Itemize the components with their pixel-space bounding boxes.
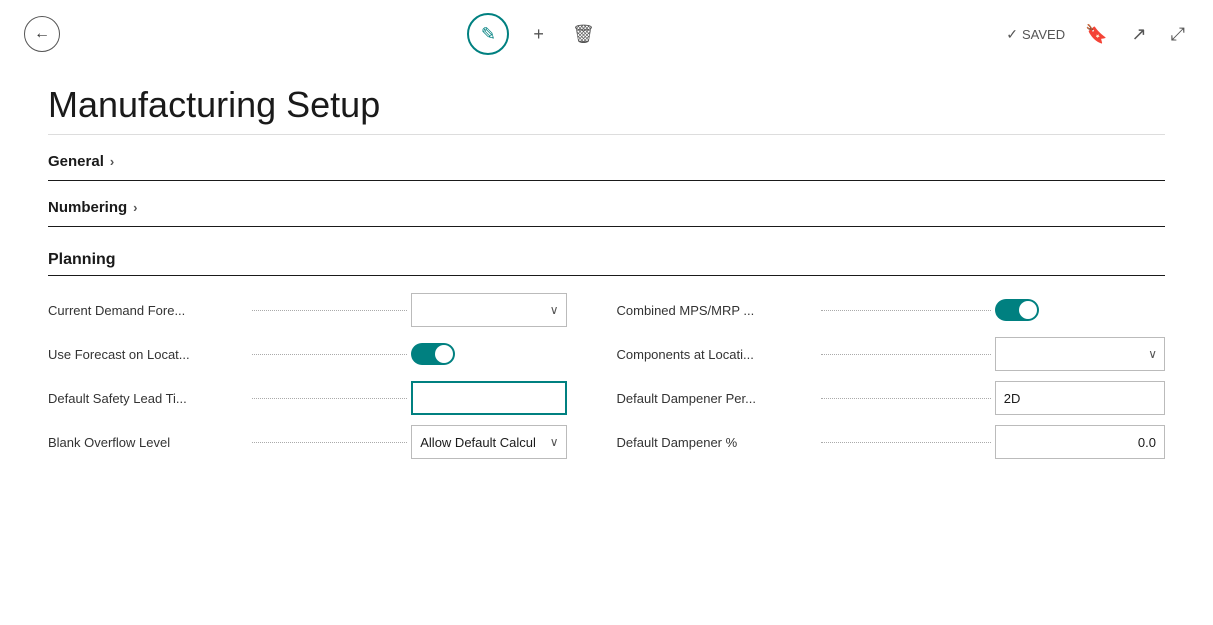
toolbar-left: ← xyxy=(24,16,60,52)
combined-mps-label: Combined MPS/MRP ... xyxy=(617,303,817,318)
form-row-dampener-pct: Default Dampener % xyxy=(617,420,1166,464)
combined-mps-slider xyxy=(995,299,1039,321)
form-row-use-forecast: Use Forecast on Locat... xyxy=(48,332,567,376)
blank-overflow-select[interactable]: Allow Default Calculation Option 1 Optio… xyxy=(411,425,566,459)
form-row-components-location: Components at Locati... Option 1 Option … xyxy=(617,332,1166,376)
components-location-select-wrapper: Option 1 Option 2 ∨ xyxy=(995,337,1165,371)
export-button[interactable]: ↗ xyxy=(1128,20,1151,49)
components-location-label: Components at Locati... xyxy=(617,347,817,362)
blank-overflow-label: Blank Overflow Level xyxy=(48,435,248,450)
form-row-combined-mps: Combined MPS/MRP ... xyxy=(617,288,1166,332)
form-row-blank-overflow: Blank Overflow Level Allow Default Calcu… xyxy=(48,420,567,464)
dots-7 xyxy=(821,398,991,399)
planning-left-col: Current Demand Fore... Option 1 Option 2… xyxy=(48,288,607,464)
form-row-dampener-period: Default Dampener Per... xyxy=(617,376,1166,420)
back-button[interactable]: ← xyxy=(24,16,60,52)
combined-mps-toggle[interactable] xyxy=(995,299,1039,321)
toolbar-right: ✓ SAVED 🔖 ↗ ⤢ xyxy=(1006,20,1189,49)
current-demand-select[interactable]: Option 1 Option 2 xyxy=(411,293,566,327)
planning-right-col: Combined MPS/MRP ... Components at Loca xyxy=(607,288,1166,464)
dots-1 xyxy=(252,310,407,311)
use-forecast-toggle[interactable] xyxy=(411,343,455,365)
dots-6 xyxy=(821,354,991,355)
bookmark-button[interactable]: 🔖 xyxy=(1081,20,1111,49)
dampener-period-label: Default Dampener Per... xyxy=(617,391,817,406)
combined-mps-control xyxy=(995,299,1165,321)
bookmark-icon: 🔖 xyxy=(1085,24,1107,45)
edit-icon: ✎ xyxy=(481,24,496,45)
expand-button[interactable]: ⤢ xyxy=(1167,20,1189,49)
page-content: Manufacturing Setup General › Numbering … xyxy=(0,84,1213,464)
use-forecast-control xyxy=(411,343,566,365)
numbering-label: Numbering xyxy=(48,199,127,216)
delete-icon: 🗑 xyxy=(572,24,595,45)
numbering-section-header[interactable]: Numbering › xyxy=(48,181,1165,226)
dampener-pct-input[interactable] xyxy=(995,425,1165,459)
dots-3 xyxy=(252,398,407,399)
page-title: Manufacturing Setup xyxy=(48,84,1165,126)
dampener-period-control xyxy=(995,381,1165,415)
default-safety-control xyxy=(411,381,566,415)
default-safety-input[interactable] xyxy=(411,381,566,415)
dots-5 xyxy=(821,310,991,311)
components-location-control: Option 1 Option 2 ∨ xyxy=(995,337,1165,371)
toolbar: ← ✎ + 🗑 ✓ SAVED 🔖 ↗ ⤢ xyxy=(0,0,1213,68)
general-chevron-icon: › xyxy=(110,154,114,169)
dots-4 xyxy=(252,442,407,443)
add-button[interactable]: + xyxy=(529,20,548,49)
current-demand-control: Option 1 Option 2 ∨ xyxy=(411,293,566,327)
blank-overflow-select-wrapper: Allow Default Calculation Option 1 Optio… xyxy=(411,425,566,459)
planning-form-grid: Current Demand Fore... Option 1 Option 2… xyxy=(48,276,1165,464)
combined-mps-toggle-wrapper xyxy=(995,299,1165,321)
default-safety-label: Default Safety Lead Ti... xyxy=(48,391,248,406)
general-section-header[interactable]: General › xyxy=(48,135,1165,180)
dots-8 xyxy=(821,442,991,443)
saved-status: ✓ SAVED xyxy=(1006,26,1065,43)
use-forecast-slider xyxy=(411,343,455,365)
planning-section: Planning Current Demand Fore... Option 1… xyxy=(48,241,1165,464)
expand-icon: ⤢ xyxy=(1171,24,1185,45)
current-demand-label: Current Demand Fore... xyxy=(48,303,248,318)
back-icon: ← xyxy=(34,25,50,43)
checkmark-icon: ✓ xyxy=(1006,26,1018,43)
components-location-select[interactable]: Option 1 Option 2 xyxy=(995,337,1165,371)
current-demand-select-wrapper: Option 1 Option 2 ∨ xyxy=(411,293,566,327)
add-icon: + xyxy=(533,24,544,45)
use-forecast-toggle-wrapper xyxy=(411,343,566,365)
dampener-pct-label: Default Dampener % xyxy=(617,435,817,450)
form-row-current-demand: Current Demand Fore... Option 1 Option 2… xyxy=(48,288,567,332)
delete-button[interactable]: 🗑 xyxy=(568,20,599,49)
general-label: General xyxy=(48,153,104,170)
saved-label-text: SAVED xyxy=(1022,27,1065,42)
edit-button[interactable]: ✎ xyxy=(467,13,509,55)
planning-title: Planning xyxy=(48,241,1165,275)
dampener-period-input[interactable] xyxy=(995,381,1165,415)
numbering-chevron-icon: › xyxy=(133,200,137,215)
export-icon: ↗ xyxy=(1132,24,1147,45)
numbering-divider xyxy=(48,226,1165,227)
dampener-pct-control xyxy=(995,425,1165,459)
form-row-default-safety: Default Safety Lead Ti... xyxy=(48,376,567,420)
use-forecast-label: Use Forecast on Locat... xyxy=(48,347,248,362)
dots-2 xyxy=(252,354,407,355)
toolbar-center: ✎ + 🗑 xyxy=(60,13,1006,55)
blank-overflow-control: Allow Default Calculation Option 1 Optio… xyxy=(411,425,566,459)
